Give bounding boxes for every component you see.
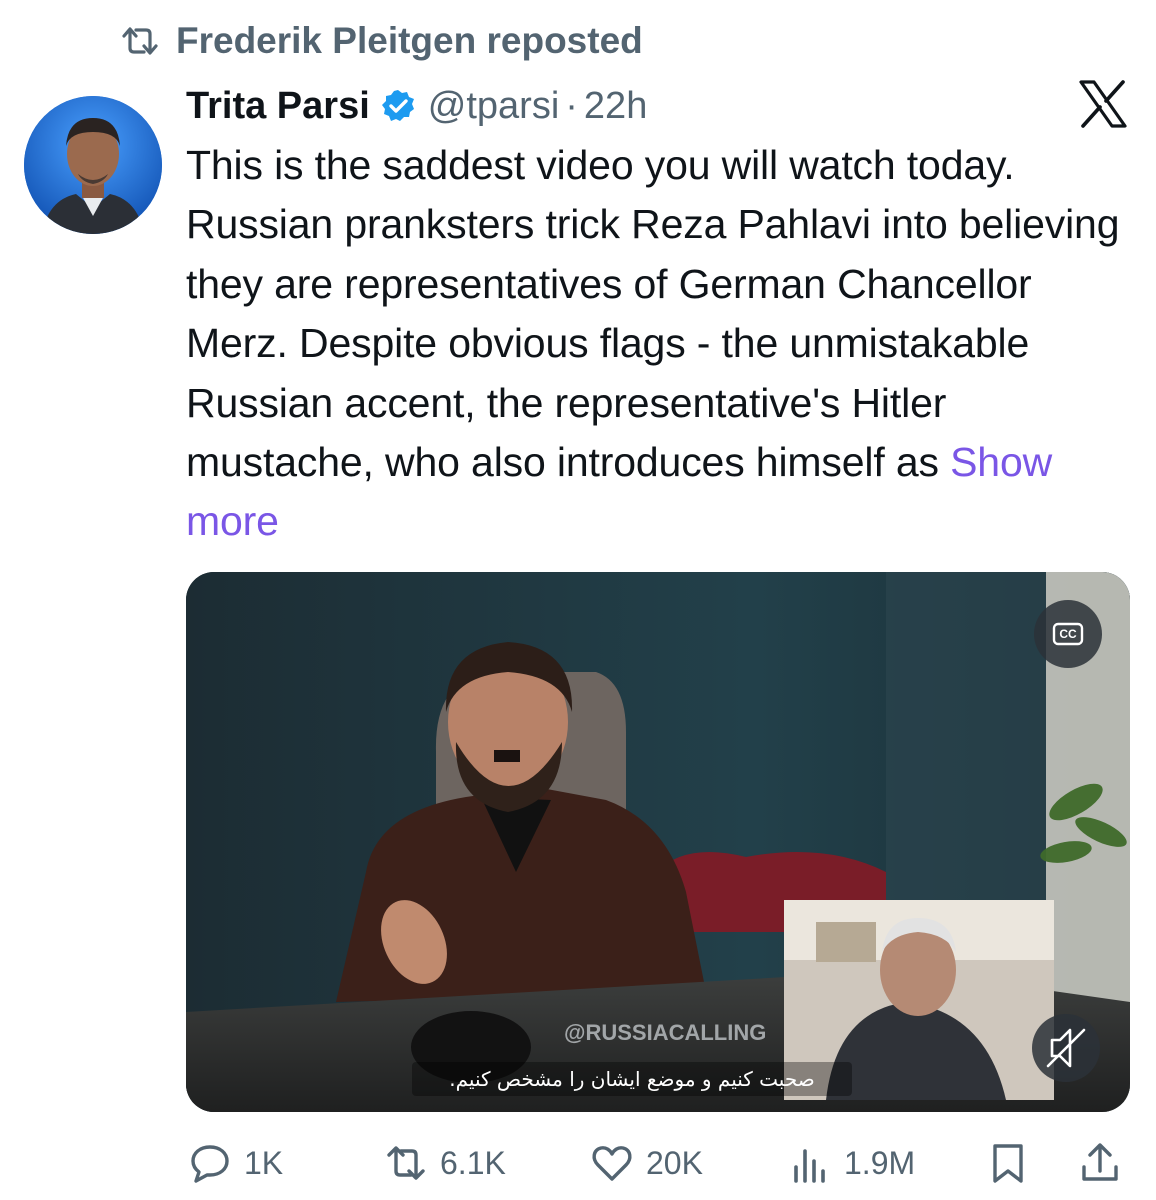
repost-button[interactable]: 6.1K <box>384 1136 506 1190</box>
like-button[interactable]: 20K <box>590 1136 703 1190</box>
video-player[interactable]: CC @RUSSIACALLING صحبت کنیم و موضع ایشان… <box>186 572 1130 1112</box>
repost-indicator[interactable]: Frederik Pleitgen reposted <box>118 18 643 64</box>
timestamp[interactable]: 22h <box>584 85 647 128</box>
tweet-header: Trita Parsi @tparsi · 22h <box>186 78 647 134</box>
x-logo-icon <box>1079 80 1127 128</box>
separator-dot: · <box>565 84 578 127</box>
video-subtitle: صحبت کنیم و موضع ایشان را مشخص کنیم. <box>449 1067 815 1091</box>
cc-label[interactable]: CC <box>1055 627 1081 641</box>
verified-badge-icon <box>381 90 414 121</box>
avatar[interactable] <box>24 96 162 234</box>
author-name[interactable]: Trita Parsi <box>186 85 370 128</box>
views-button[interactable]: 1.9M <box>788 1136 915 1190</box>
view-count: 1.9M <box>844 1144 916 1181</box>
author-handle[interactable]: @tparsi <box>428 85 560 128</box>
avatar-image <box>24 96 162 234</box>
repost-icon <box>122 27 158 55</box>
like-count: 20K <box>646 1144 703 1181</box>
tweet-text: This is the saddest video you will watch… <box>186 136 1126 552</box>
share-button[interactable] <box>1078 1136 1122 1190</box>
bookmark-button[interactable] <box>986 1136 1030 1190</box>
share-icon <box>1082 1143 1118 1181</box>
reply-button[interactable]: 1K <box>188 1136 283 1190</box>
tweet-actions: 1K 6.1K 20K 1.9M <box>186 1136 1130 1190</box>
reply-count: 1K <box>244 1144 284 1181</box>
views-chart-icon <box>794 1149 825 1183</box>
repost-icon <box>387 1146 425 1180</box>
watermark: @RUSSIACALLING <box>564 1020 767 1045</box>
heart-icon <box>592 1146 632 1181</box>
tweet-body: This is the saddest video you will watch… <box>186 142 1120 486</box>
reply-icon <box>191 1145 229 1183</box>
repost-label: Frederik Pleitgen reposted <box>176 20 643 61</box>
bookmark-icon <box>993 1144 1023 1183</box>
repost-count: 6.1K <box>440 1144 506 1181</box>
